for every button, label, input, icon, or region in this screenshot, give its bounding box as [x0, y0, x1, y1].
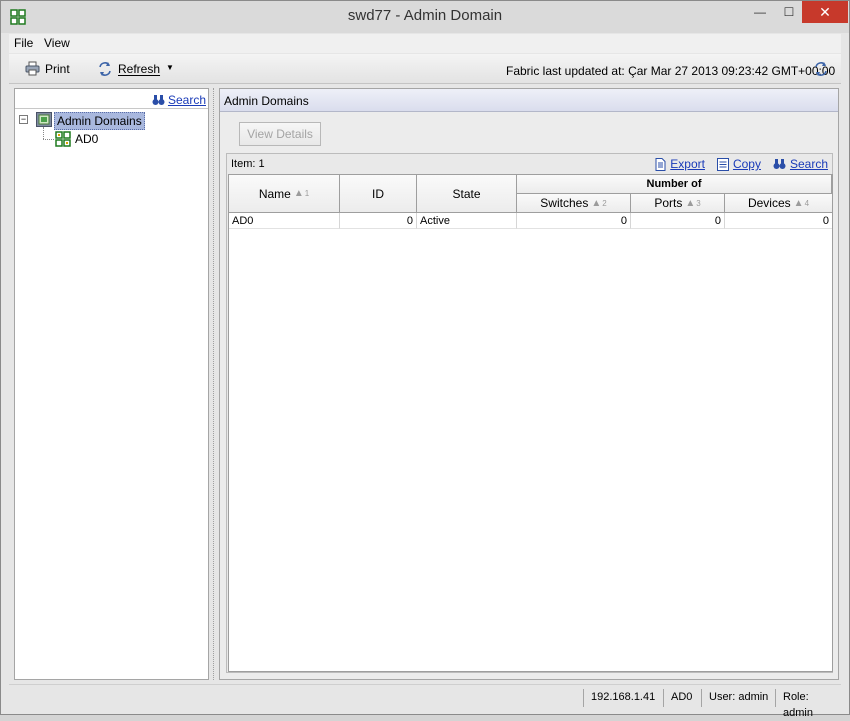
- col-header-ports[interactable]: Ports ▲ 3: [631, 194, 725, 213]
- tree-collapse-toggle[interactable]: −: [19, 115, 28, 124]
- refresh-button[interactable]: Refresh: [97, 61, 160, 77]
- col-header-id-label: ID: [372, 186, 384, 201]
- menu-view[interactable]: View: [44, 36, 70, 50]
- tree-connector: [43, 127, 44, 139]
- title-bar: swd77 - Admin Domain — ☐ ✕: [1, 1, 849, 33]
- print-label: Print: [45, 61, 70, 76]
- cell-ports: 0: [631, 213, 725, 229]
- table-search-link[interactable]: Search: [773, 157, 828, 171]
- col-header-devices-label: Devices: [747, 196, 791, 210]
- tree-divider: [15, 108, 208, 109]
- sort-ascending-icon: ▲: [793, 197, 804, 209]
- close-button[interactable]: ✕: [802, 1, 848, 23]
- status-bar: 192.168.1.41 AD0 User: admin Role: admin: [9, 684, 841, 719]
- tree-connector: [43, 139, 54, 140]
- table-container: Item: 1 Export Copy Search Name ▲ 1 ID S…: [226, 153, 833, 673]
- col-group-label: Number of: [646, 178, 702, 190]
- cell-id: 0: [340, 213, 417, 229]
- domain-grid-icon: [55, 131, 71, 150]
- col-header-state[interactable]: State: [417, 175, 517, 213]
- tree-search-link[interactable]: Search: [152, 93, 206, 107]
- table-actions: Export Copy Search: [655, 157, 828, 171]
- col-header-name[interactable]: Name ▲ 1: [229, 175, 340, 213]
- item-count: Item: 1: [231, 158, 265, 170]
- document-icon: [655, 157, 666, 171]
- status-domain: AD0: [663, 689, 701, 707]
- menu-file[interactable]: File: [14, 36, 33, 50]
- copy-icon: [716, 157, 729, 171]
- admin-domains-panel: Admin Domains View Details Item: 1 Expor…: [219, 88, 839, 680]
- refresh-icon: [97, 61, 113, 77]
- col-group-number-of: Number of: [517, 175, 832, 194]
- panel-header: Admin Domains: [220, 89, 838, 112]
- minimize-button[interactable]: —: [746, 1, 774, 23]
- copy-link[interactable]: Copy: [716, 157, 761, 171]
- status-role: Role: admin: [775, 689, 841, 719]
- cell-name: AD0: [229, 213, 340, 229]
- admin-domains-icon: [36, 112, 52, 130]
- table-search-label: Search: [789, 157, 828, 171]
- col-header-state-label: State: [452, 186, 481, 201]
- cell-switches: 0: [517, 213, 631, 229]
- maximize-button[interactable]: ☐: [775, 1, 803, 23]
- status-ip: 192.168.1.41: [583, 689, 663, 707]
- tree-item-ad0[interactable]: AD0: [75, 132, 98, 146]
- status-user: User: admin: [701, 689, 775, 707]
- sort-ascending-icon: ▲: [293, 188, 304, 199]
- col-header-devices[interactable]: Devices ▲ 4: [725, 194, 832, 213]
- sort-order: 3: [696, 198, 701, 208]
- binoculars-icon: [773, 159, 786, 169]
- copy-label: Copy: [732, 157, 761, 171]
- col-header-name-label: Name: [258, 186, 291, 201]
- app-window: swd77 - Admin Domain — ☐ ✕ File View Pri…: [0, 0, 850, 719]
- sort-order: 4: [804, 198, 810, 208]
- panel-title: Admin Domains: [224, 94, 309, 108]
- view-details-button[interactable]: View Details: [239, 122, 321, 146]
- col-header-ports-label: Ports: [654, 196, 683, 210]
- col-header-switches[interactable]: Switches ▲ 2: [517, 194, 631, 213]
- refresh-dropdown-icon[interactable]: ▼: [166, 63, 174, 72]
- col-header-switches-label: Switches: [540, 196, 589, 210]
- window-title: swd77 - Admin Domain: [347, 7, 503, 24]
- panel-splitter[interactable]: [213, 88, 214, 680]
- sort-ascending-icon: ▲: [591, 197, 602, 209]
- export-label: Export: [670, 157, 705, 171]
- sort-order: 2: [602, 198, 607, 208]
- cell-state: Active: [417, 213, 517, 229]
- fabric-status-text: Fabric last updated at: Çar Mar 27 2013 …: [506, 64, 836, 78]
- refresh-label: Refresh: [118, 62, 161, 76]
- sort-ascending-icon: ▲: [685, 197, 696, 209]
- binoculars-icon: [152, 94, 165, 106]
- toolbar: Print Refresh ▼ Fabric last updated at: …: [9, 54, 841, 84]
- sort-order: 1: [304, 189, 310, 198]
- cell-devices: 0: [725, 213, 832, 229]
- export-link[interactable]: Export: [655, 157, 705, 171]
- col-header-id[interactable]: ID: [340, 175, 417, 213]
- tree-search-label: Search: [167, 93, 206, 107]
- tree-panel: Search − Admin Domains AD0: [14, 88, 209, 680]
- menu-bar: File View: [9, 34, 841, 53]
- fabric-refresh-icon[interactable]: [813, 61, 829, 80]
- admin-domains-table: Name ▲ 1 ID State Number of Switches ▲ 2 P: [228, 174, 833, 672]
- print-button[interactable]: Print: [25, 61, 70, 76]
- printer-icon: [25, 61, 40, 76]
- tree-root-admin-domains[interactable]: Admin Domains: [54, 112, 145, 130]
